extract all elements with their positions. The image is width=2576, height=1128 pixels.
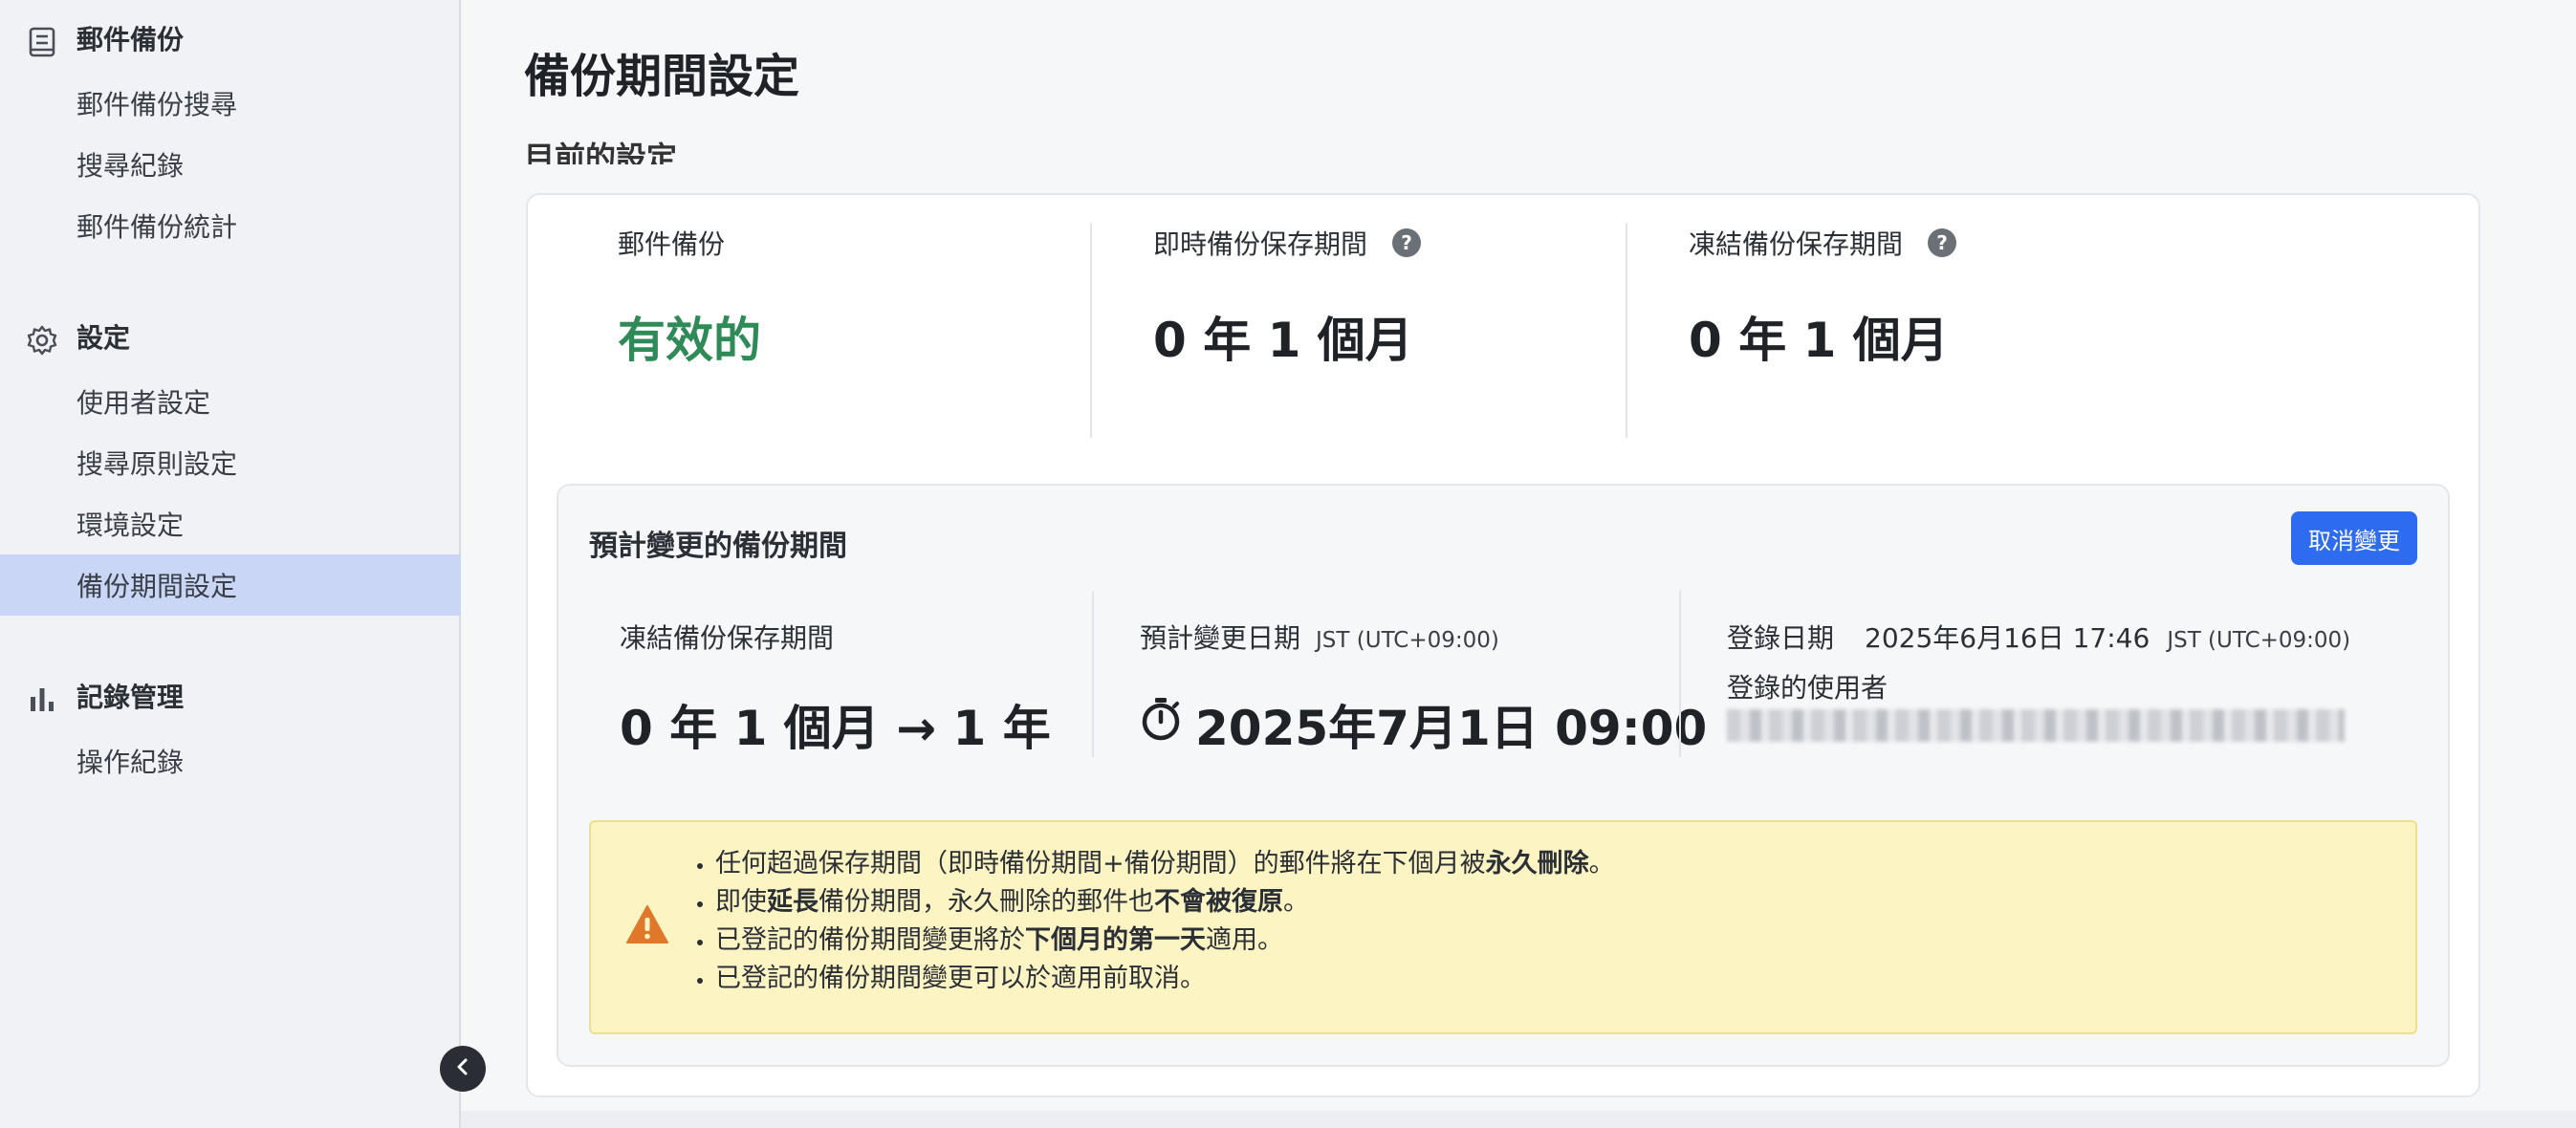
bar-chart-icon <box>25 683 59 717</box>
collapse-sidebar-button[interactable] <box>440 1046 486 1092</box>
nav-group-mail-archive[interactable]: 郵件備份 <box>0 8 461 69</box>
scheduled-frozen-change: 凍結備份保存期間 0 年 1 個月 → 1 年 <box>620 618 1051 759</box>
cancel-change-button[interactable]: 取消變更 <box>2291 511 2417 565</box>
realtime-retention-label: 即時備份保存期間 <box>1153 228 1368 260</box>
warning-box: 任何超過保存期間（即時備份期間+備份期間）的郵件將在下個月被永久刪除。 即使延長… <box>589 820 2417 1034</box>
divider <box>1626 224 1627 438</box>
section-label: 目前的設定 <box>524 140 678 164</box>
registered-date-value: 2025年6月16日 17:46 <box>1865 622 2150 654</box>
gear-icon <box>25 323 59 358</box>
help-icon[interactable]: ? <box>1928 228 1957 257</box>
sidebar-item-mail-statistics[interactable]: 郵件備份統計 <box>0 195 461 256</box>
sidebar-item-backup-period[interactable]: 備份期間設定 <box>0 554 461 616</box>
sidebar-item-search-history[interactable]: 搜尋紀錄 <box>0 134 461 195</box>
mail-backup-label: 郵件備份 <box>618 228 726 260</box>
nav-group-log-management[interactable]: 記錄管理 <box>0 665 461 727</box>
warning-item: 已登記的備份期間變更將於下個月的第一天適用。 <box>715 922 1615 960</box>
scheduled-date: 預計變更日期 JST (UTC+09:00) 2025年7月1日 09:00 <box>1140 618 1707 759</box>
frozen-retention-stat: 凍結備份保存期間 ? 0 年 1 個月 <box>1689 224 1957 371</box>
nav-group-label: 郵件備份 <box>76 24 185 55</box>
frozen-retention-label: 凍結備份保存期間 <box>1689 228 1904 260</box>
warning-list: 任何超過保存期間（即時備份期間+備份期間）的郵件將在下個月被永久刪除。 即使延長… <box>664 845 1615 998</box>
sidebar-item-mail-search[interactable]: 郵件備份搜尋 <box>0 73 461 134</box>
sidebar: 郵件備份 郵件備份搜尋 搜尋紀錄 郵件備份統計 設定 使用者設定 搜尋原則設定 … <box>0 0 461 1128</box>
sidebar-item-user-settings[interactable]: 使用者設定 <box>0 371 461 432</box>
nav-group-label: 設定 <box>76 322 131 354</box>
registered-user-label: 登錄的使用者 <box>1727 672 1888 704</box>
sidebar-item-operation-log[interactable]: 操作紀錄 <box>0 730 461 792</box>
mail-backup-status: 有效的 <box>618 313 761 368</box>
page-title: 備份期間設定 <box>524 50 800 103</box>
chevron-left-icon <box>453 1057 472 1080</box>
warning-item: 任何超過保存期間（即時備份期間+備份期間）的郵件將在下個月被永久刪除。 <box>715 845 1615 883</box>
sidebar-item-environment[interactable]: 環境設定 <box>0 493 461 554</box>
divider <box>1090 224 1092 438</box>
mail-backup-stat: 郵件備份 有效的 <box>618 224 761 371</box>
realtime-retention-value: 0 年 1 個月 <box>1153 313 1413 368</box>
nav-group-settings[interactable]: 設定 <box>0 306 461 367</box>
scheduled-change-title: 預計變更的備份期間 <box>589 530 847 563</box>
scheduled-frozen-label: 凍結備份保存期間 <box>620 622 835 654</box>
help-icon[interactable]: ? <box>1392 228 1422 257</box>
registered-date-row: 登錄日期 2025年6月16日 17:46 JST (UTC+09:00) <box>1727 618 2350 656</box>
realtime-retention-stat: 即時備份保存期間 ? 0 年 1 個月 <box>1153 224 1422 371</box>
registered-user-redacted <box>1727 709 2345 742</box>
mail-archive-icon <box>25 25 59 59</box>
divider <box>1092 591 1094 757</box>
frozen-retention-value: 0 年 1 個月 <box>1689 313 1949 368</box>
nav-group-label: 記錄管理 <box>76 682 185 713</box>
divider <box>1679 591 1681 757</box>
scheduled-date-value: 2025年7月1日 09:00 <box>1195 701 1708 756</box>
scheduled-date-label: 預計變更日期 <box>1140 622 1301 654</box>
scheduled-date-timezone: JST (UTC+09:00) <box>1316 628 1499 653</box>
horizontal-scrollbar[interactable] <box>461 1111 2576 1128</box>
sidebar-item-search-policy[interactable]: 搜尋原則設定 <box>0 432 461 493</box>
registered-date-label: 登錄日期 <box>1727 622 1835 654</box>
warning-item: 已登記的備份期間變更可以於適用前取消。 <box>715 960 1615 998</box>
warning-item: 即使延長備份期間，永久刪除的郵件也不會被復原。 <box>715 883 1615 922</box>
stopwatch-icon <box>1140 696 1182 753</box>
scheduled-frozen-value: 0 年 1 個月 → 1 年 <box>620 701 1051 756</box>
registered-date-timezone: JST (UTC+09:00) <box>2167 628 2351 653</box>
